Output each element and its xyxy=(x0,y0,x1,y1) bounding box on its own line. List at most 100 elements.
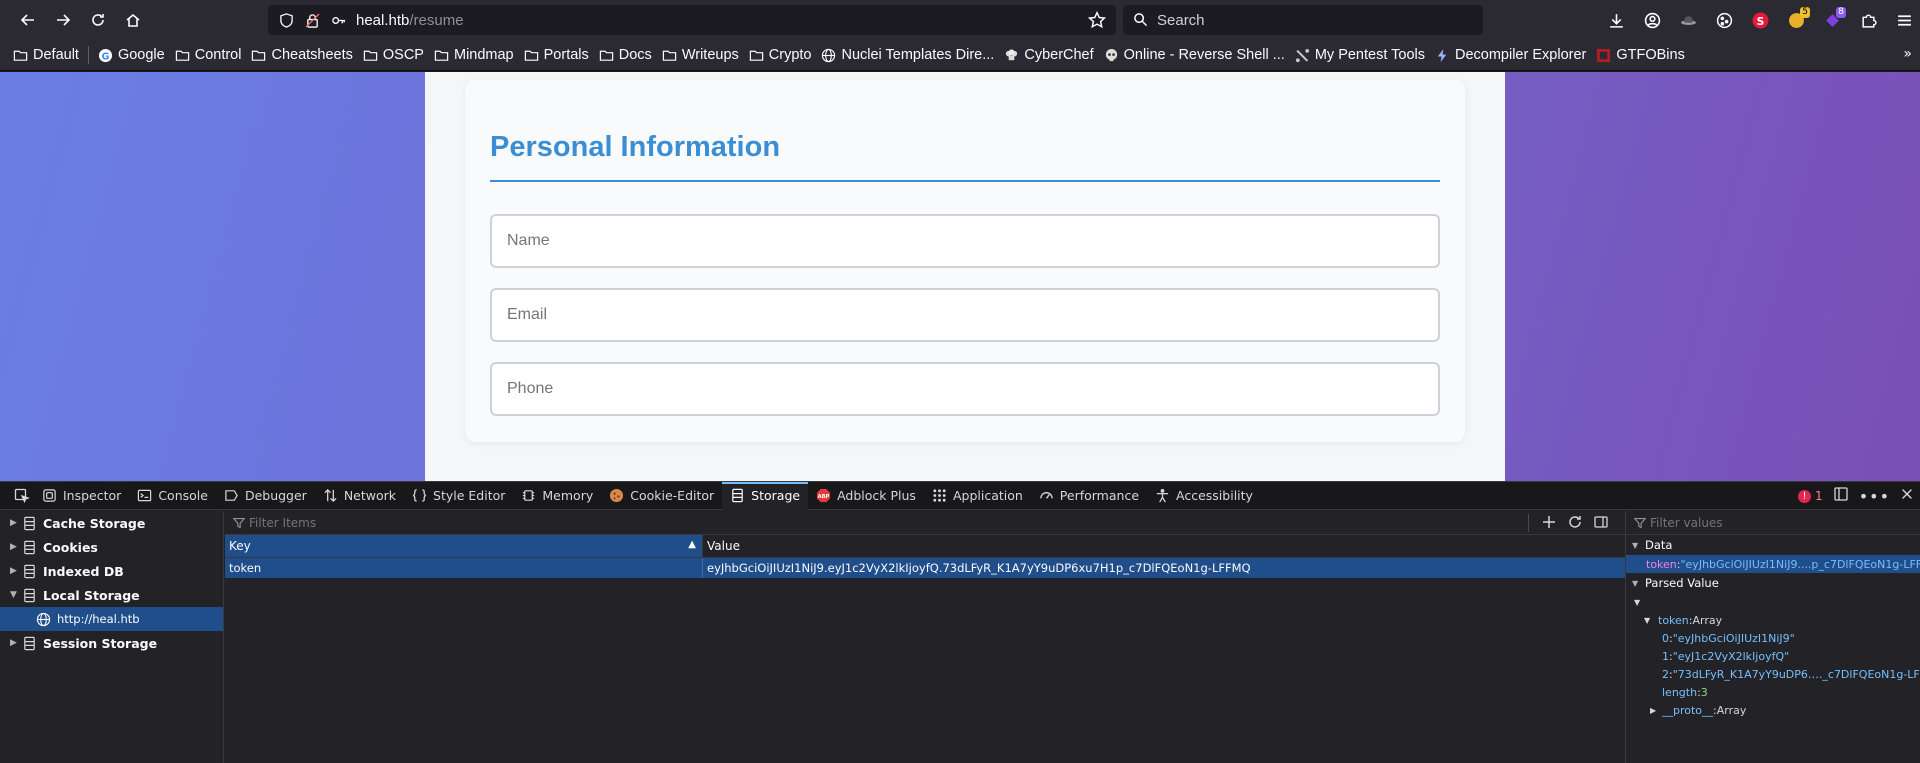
expand-arrow-icon[interactable]: ▶ xyxy=(1650,706,1662,715)
add-item-icon[interactable] xyxy=(1541,514,1557,530)
bookmark-item[interactable]: Decompiler Explorer xyxy=(1430,42,1591,68)
back-icon[interactable] xyxy=(12,4,44,36)
array-item-line[interactable]: 1: "eyJ1c2VyX2lkIjoyfQ" xyxy=(1626,647,1920,665)
refresh-items-icon[interactable] xyxy=(1567,514,1583,530)
collapse-arrow-icon[interactable]: ▼ xyxy=(10,590,22,600)
account-icon[interactable] xyxy=(1636,4,1668,36)
collapse-arrow-icon[interactable]: ▼ xyxy=(1644,616,1658,625)
expand-arrow-icon[interactable]: ▶ xyxy=(10,638,22,648)
devtools-tab-console[interactable]: Console xyxy=(129,482,216,510)
error-count-badge[interactable]: ! 1 xyxy=(1798,489,1823,503)
devtools-tab-style-editor[interactable]: Style Editor xyxy=(404,482,513,510)
bookmark-item[interactable]: OSCP xyxy=(358,42,429,68)
cell-value[interactable]: eyJhbGciOiJIUzI1NiJ9.eyJ1c2VyX2lkIjoyfQ.… xyxy=(703,558,1603,578)
hamburger-menu-icon[interactable] xyxy=(1888,4,1920,36)
devtools-tab-cookie-editor[interactable]: Cookie-Editor xyxy=(601,482,722,510)
filter-values-input[interactable] xyxy=(1650,515,1910,530)
bookmark-item[interactable]: Portals xyxy=(519,42,594,68)
phone-input[interactable] xyxy=(490,362,1440,416)
url-path: /resume xyxy=(409,11,464,29)
reload-icon[interactable] xyxy=(82,4,114,36)
insecure-lock-icon[interactable] xyxy=(304,12,320,28)
cell-key[interactable]: token xyxy=(225,558,703,578)
name-input[interactable] xyxy=(490,214,1440,268)
bookmark-star-icon[interactable] xyxy=(1087,10,1107,29)
bookmark-item[interactable]: Default xyxy=(8,42,84,68)
extensions-puzzle-icon[interactable] xyxy=(1852,4,1884,36)
tree-item-cache-storage[interactable]: ▶ Cache Storage xyxy=(0,511,223,535)
bookmark-item[interactable]: Docs xyxy=(594,42,657,68)
devtools-tab-memory[interactable]: Memory xyxy=(513,482,601,510)
toggle-sidebar-icon[interactable] xyxy=(1593,514,1609,530)
array-item-line[interactable]: 0: "eyJhbGciOiJIUzI1NiJ9" xyxy=(1626,629,1920,647)
data-section-header[interactable]: ▼ Data xyxy=(1626,535,1920,555)
bookmarks-overflow-icon[interactable]: » xyxy=(1903,46,1912,62)
element-picker-icon[interactable] xyxy=(10,486,34,506)
array-value: "eyJ1c2VyX2lkIjoyfQ" xyxy=(1672,649,1790,663)
toolbar-divider xyxy=(1528,514,1529,532)
folder-icon xyxy=(524,48,544,63)
expand-arrow-icon[interactable]: ▶ xyxy=(10,542,22,552)
shield-icon[interactable] xyxy=(278,12,294,28)
bookmark-item[interactable]: Writeups xyxy=(657,42,744,68)
expand-arrow-icon[interactable]: ▶ xyxy=(10,566,22,576)
bookmark-item[interactable]: Online - Reverse Shell ... xyxy=(1099,42,1290,68)
parsed-root-line[interactable]: ▼ xyxy=(1626,593,1920,611)
proto-line[interactable]: ▶ __proto__: Array xyxy=(1626,701,1920,719)
devtools-tab-inspector[interactable]: Inspector xyxy=(34,482,129,510)
column-header-value[interactable]: Value xyxy=(703,535,1625,557)
forward-icon[interactable] xyxy=(47,4,79,36)
downloads-icon[interactable] xyxy=(1600,4,1632,36)
collapse-arrow-icon[interactable]: ▼ xyxy=(1632,541,1645,550)
bookmark-item[interactable]: Cheatsheets xyxy=(246,42,357,68)
devtools-tab-storage[interactable]: Storage xyxy=(722,481,809,510)
home-icon[interactable] xyxy=(117,4,149,36)
key-icon[interactable] xyxy=(330,12,346,28)
parsed-value-header[interactable]: ▼ Parsed Value xyxy=(1626,573,1920,593)
close-devtools-icon[interactable] xyxy=(1900,487,1914,505)
s-extension-icon[interactable]: S xyxy=(1744,4,1776,36)
url-bar[interactable]: heal.htb/resume xyxy=(268,5,1116,35)
search-bar[interactable]: Search xyxy=(1123,5,1483,35)
parsed-token-array[interactable]: ▼ token: Array xyxy=(1626,611,1920,629)
collapse-arrow-icon[interactable]: ▼ xyxy=(1632,579,1645,588)
bookmark-item[interactable]: My Pentest Tools xyxy=(1290,42,1430,68)
tree-item-indexed-db[interactable]: ▶ Indexed DB xyxy=(0,559,223,583)
cookie-extension-icon[interactable] xyxy=(1708,4,1740,36)
filter-items-row xyxy=(225,511,1625,535)
filter-values-row xyxy=(1626,511,1920,535)
expand-arrow-icon[interactable]: ▶ xyxy=(10,518,22,528)
tree-item-cookies[interactable]: ▶ Cookies xyxy=(0,535,223,559)
devtools-tab-performance[interactable]: Performance xyxy=(1031,482,1147,510)
tree-item-heal-htb[interactable]: http://heal.htb xyxy=(0,607,223,631)
tree-item-session-storage[interactable]: ▶ Session Storage xyxy=(0,631,223,655)
bookmark-item[interactable]: CyberChef xyxy=(999,42,1098,68)
wappalyzer-extension-icon[interactable]: 5 xyxy=(1780,4,1812,36)
table-row[interactable]: token eyJhbGciOiJIUzI1NiJ9.eyJ1c2VyX2lkI… xyxy=(225,558,1625,578)
hat-extension-icon[interactable] xyxy=(1672,4,1704,36)
devtools-tab-application[interactable]: Application xyxy=(924,482,1031,510)
bookmark-item[interactable]: Crypto xyxy=(744,42,817,68)
folder-icon xyxy=(363,48,383,63)
bookmark-item[interactable]: Mindmap xyxy=(429,42,519,68)
url-text[interactable]: heal.htb/resume xyxy=(356,12,464,29)
array-item-line[interactable]: 2:"73dLFyR_K1A7yY9uDP6…._c7DlFQEoN1g-LFF… xyxy=(1626,665,1920,683)
hackbar-extension-icon[interactable]: 8 xyxy=(1816,4,1848,36)
devtools-tab-debugger[interactable]: Debugger xyxy=(216,482,315,510)
filter-items-input[interactable] xyxy=(249,515,1249,530)
collapse-arrow-icon[interactable]: ▼ xyxy=(1634,598,1640,607)
column-header-key[interactable]: Key ▲ xyxy=(225,535,703,557)
array-length-line[interactable]: length:3 xyxy=(1626,683,1920,701)
devtools-tab-network[interactable]: Network xyxy=(315,482,404,510)
devtools-tab-adblock-plus[interactable]: ABP Adblock Plus xyxy=(808,482,924,510)
tree-item-local-storage[interactable]: ▼ Local Storage xyxy=(0,583,223,607)
bookmark-item[interactable]: Control xyxy=(170,42,247,68)
devtools-tab-accessibility[interactable]: Accessibility xyxy=(1147,482,1261,510)
email-input[interactable] xyxy=(490,288,1440,342)
dock-side-icon[interactable] xyxy=(1833,486,1849,506)
data-token-line[interactable]: token: "eyJhbGciOiJIUzI1NiJ9....p_c7DlFQE… xyxy=(1626,555,1920,573)
bookmark-item[interactable]: Nuclei Templates Dire... xyxy=(816,42,999,68)
bookmark-item[interactable]: GTFOBins xyxy=(1591,42,1689,68)
bookmark-item[interactable]: G Google xyxy=(93,42,170,68)
more-options-icon[interactable]: ••• xyxy=(1859,487,1890,506)
